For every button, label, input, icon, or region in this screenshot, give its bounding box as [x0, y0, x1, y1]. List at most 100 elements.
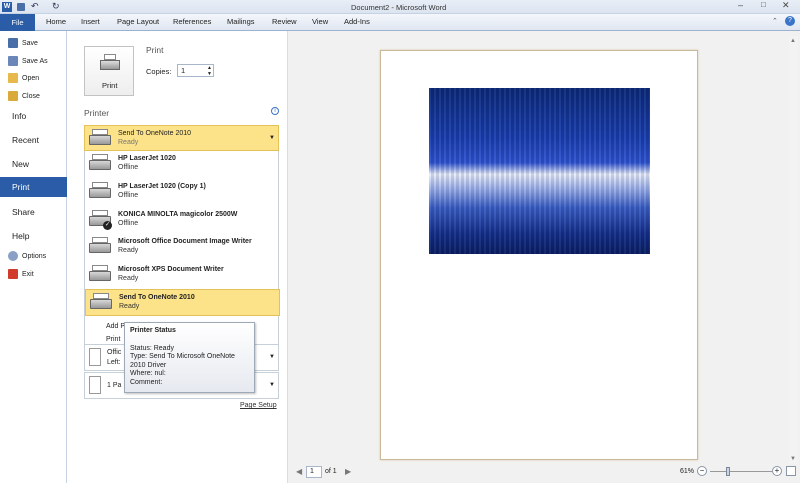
printer-name: Microsoft XPS Document Writer — [118, 266, 224, 273]
dropdown-arrow-icon[interactable]: ▼ — [269, 135, 275, 141]
copies-value: 1 — [181, 66, 186, 75]
next-page-icon[interactable]: ▶ — [345, 467, 351, 476]
folder-close-icon — [8, 91, 18, 101]
print-button[interactable]: Print — [84, 46, 134, 96]
list-item[interactable]: HP LaserJet 1020 Offline — [85, 151, 280, 178]
tooltip-title: Printer Status — [130, 327, 176, 334]
zoom-out-icon[interactable]: − — [697, 466, 707, 476]
selected-printer-name: Send To OneNote 2010 — [118, 130, 192, 137]
maximize-icon[interactable]: □ — [761, 0, 766, 9]
printer-status: Ready — [118, 247, 139, 254]
zoom-to-page-icon[interactable] — [786, 466, 796, 476]
sidebar-item-label: Open — [22, 74, 40, 82]
sidebar-item-label: Options — [22, 252, 47, 260]
printer-icon — [100, 54, 120, 72]
help-icon[interactable]: ? — [785, 16, 795, 26]
sidebar-item-save[interactable]: Save — [8, 38, 38, 48]
list-item[interactable]: HP LaserJet 1020 (Copy 1) Offline — [85, 179, 280, 206]
printer-icon — [89, 265, 111, 285]
ribbon-tabs: Home Insert Page Layout References Maili… — [0, 14, 800, 31]
zoom-slider[interactable] — [710, 467, 772, 476]
tab-page-layout[interactable]: Page Layout — [117, 17, 159, 26]
zoom-slider-thumb[interactable] — [726, 467, 730, 476]
minimize-icon[interactable]: – — [738, 0, 743, 10]
sidebar-item-save-as[interactable]: Save As — [8, 56, 48, 66]
printer-icon: ✓ — [89, 210, 112, 230]
printer-icon — [89, 182, 111, 202]
margins-label: Offic — [107, 349, 122, 356]
page-number-input[interactable]: 1 — [306, 466, 322, 478]
spin-down-icon[interactable]: ▼ — [207, 71, 212, 77]
save-icon — [8, 38, 18, 48]
preview-scrollbar[interactable]: ▲ ▼ — [789, 36, 798, 464]
options-icon — [8, 251, 18, 261]
tab-review[interactable]: Review — [272, 17, 297, 26]
add-printer-item[interactable]: Add P — [106, 323, 125, 330]
printer-status: Ready — [119, 303, 140, 310]
printer-icon — [89, 154, 111, 174]
sidebar-item-label: Save As — [22, 57, 48, 65]
sidebar-item-options[interactable]: Options — [8, 251, 46, 261]
tooltip-line: Where: nul: — [130, 370, 166, 377]
sidebar-item-recent[interactable]: Recent — [12, 135, 39, 145]
tab-mailings[interactable]: Mailings — [227, 17, 255, 26]
zoom-level[interactable]: 61% — [680, 468, 694, 475]
printer-name: Microsoft Office Document Image Writer — [118, 238, 252, 245]
dropdown-arrow-icon: ▼ — [269, 354, 275, 360]
zoom-in-icon[interactable]: + — [772, 466, 782, 476]
sidebar-item-print[interactable]: Print — [0, 177, 74, 197]
window-title: Document2 - Microsoft Word — [351, 3, 447, 12]
pages-label: 1 Pa — [107, 382, 122, 389]
tab-add-ins[interactable]: Add-Ins — [344, 17, 370, 26]
printer-status: Ready — [118, 275, 139, 282]
redo-icon[interactable]: ↻ — [52, 1, 60, 12]
tooltip-line: Type: Send To Microsoft OneNote — [130, 353, 235, 360]
printer-status: Offline — [118, 220, 139, 227]
page-image — [429, 88, 650, 254]
tab-file[interactable]: File — [0, 14, 35, 31]
undo-icon[interactable]: ↶ — [31, 1, 39, 12]
tab-insert[interactable]: Insert — [81, 17, 100, 26]
printer-status-tooltip: Printer Status Status: Ready Type: Send … — [124, 322, 255, 393]
printer-icon — [89, 129, 111, 149]
default-check-icon: ✓ — [103, 221, 112, 230]
save-as-icon — [8, 56, 18, 66]
printer-icon — [90, 293, 112, 313]
word-logo-icon: W — [2, 2, 12, 12]
scroll-up-icon[interactable]: ▲ — [790, 38, 796, 44]
copies-input[interactable]: 1 ▲ ▼ — [177, 64, 214, 77]
sidebar-item-new[interactable]: New — [12, 159, 29, 169]
scroll-down-icon[interactable]: ▼ — [790, 456, 796, 462]
sidebar-item-help[interactable]: Help — [12, 231, 29, 241]
tab-references[interactable]: References — [173, 17, 211, 26]
tooltip-line: Comment: — [130, 378, 163, 386]
sidebar-item-close[interactable]: Close — [8, 91, 40, 101]
close-window-icon[interactable]: ✕ — [782, 0, 790, 11]
tab-view[interactable]: View — [312, 17, 328, 26]
sidebar-item-info[interactable]: Info — [12, 111, 26, 121]
info-icon[interactable]: i — [271, 107, 279, 115]
list-item[interactable]: ✓ KONICA MINOLTA magicolor 2500W Offline — [85, 207, 280, 234]
list-item[interactable]: Microsoft Office Document Image Writer Re… — [85, 234, 280, 261]
tab-home[interactable]: Home — [46, 17, 66, 26]
printer-name: KONICA MINOLTA magicolor 2500W — [118, 211, 238, 218]
printer-status: Offline — [118, 164, 139, 171]
tooltip-line: 2010 Driver — [130, 361, 167, 369]
backstage-sidebar: Save Save As Open Close Info Recent New … — [0, 31, 67, 483]
sidebar-item-label: Close — [22, 92, 40, 100]
list-item[interactable]: Send To OneNote 2010 Ready — [85, 289, 280, 316]
list-item[interactable]: Microsoft XPS Document Writer Ready — [85, 262, 280, 289]
selected-printer-status: Ready — [118, 139, 139, 146]
print-to-file-item[interactable]: Print — [106, 336, 120, 343]
sidebar-item-open[interactable]: Open — [8, 73, 39, 83]
prev-page-icon[interactable]: ◀ — [296, 467, 302, 476]
minimize-ribbon-icon[interactable]: ⌃ — [772, 17, 778, 25]
margins-icon — [89, 348, 101, 366]
folder-open-icon — [8, 73, 18, 83]
save-quick-icon[interactable] — [17, 3, 25, 11]
page-setup-link[interactable]: Page Setup — [240, 402, 277, 409]
sidebar-item-exit[interactable]: Exit — [8, 269, 34, 279]
print-button-label: Print — [102, 81, 118, 90]
printer-dropdown[interactable]: Send To OneNote 2010 Ready ▼ — [84, 125, 279, 151]
sidebar-item-share[interactable]: Share — [12, 207, 35, 217]
